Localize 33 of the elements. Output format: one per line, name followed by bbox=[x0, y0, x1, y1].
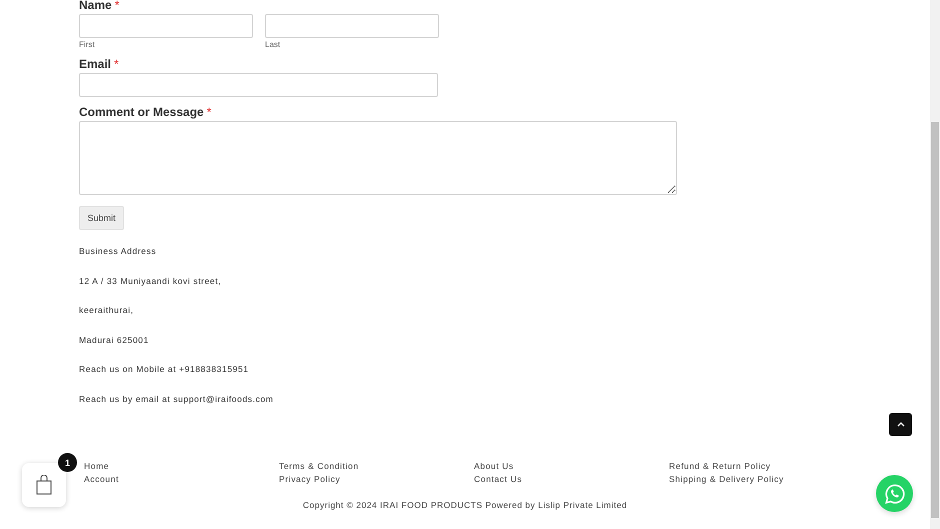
footer-link[interactable]: About Us bbox=[474, 460, 514, 471]
email-field[interactable] bbox=[79, 73, 438, 97]
chevron-up-icon bbox=[896, 422, 904, 427]
last-sublabel: Last bbox=[265, 40, 282, 49]
address-line: Reach us by email at support@iraifoods.com bbox=[79, 394, 274, 405]
scroll-to-top-button[interactable] bbox=[889, 413, 912, 436]
whatsapp-button[interactable] bbox=[876, 475, 913, 512]
scrollbar[interactable] bbox=[930, 0, 940, 529]
name-label: Name * bbox=[79, 0, 120, 12]
copyright-text: Copyright © 2024 IRAI FOOD PRODUCTS Powered by Lislip Private Limited bbox=[302, 500, 628, 510]
footer-link[interactable]: Contact Us bbox=[474, 474, 522, 484]
last-name-field[interactable] bbox=[265, 14, 439, 38]
footer-link[interactable]: Account bbox=[84, 474, 119, 484]
address-line: keeraithurai, bbox=[79, 306, 135, 316]
cart-button[interactable] bbox=[22, 463, 66, 507]
first-name-field[interactable] bbox=[79, 14, 253, 38]
address-line: 12 A / 33 Muniyaandi kovi street, bbox=[79, 276, 222, 286]
address-line: Business Address bbox=[79, 247, 158, 257]
cart-count-badge: 1 bbox=[58, 453, 77, 472]
chat-phone-icon bbox=[884, 482, 906, 504]
address-line: Madurai 625001 bbox=[79, 336, 150, 346]
footer-link[interactable]: Refund & Return Policy bbox=[669, 460, 771, 471]
footer-link[interactable]: Shipping & Delivery Policy bbox=[669, 474, 784, 484]
message-field[interactable] bbox=[79, 121, 677, 195]
shopping-bag-icon bbox=[36, 475, 52, 495]
address-line: Reach us on Mobile at +918838315951 bbox=[79, 365, 250, 375]
email-label: Email * bbox=[79, 57, 120, 71]
footer-link[interactable]: Terms & Condition bbox=[279, 460, 359, 471]
message-label: Comment or Message * bbox=[79, 105, 212, 119]
footer-link[interactable]: Home bbox=[84, 460, 110, 471]
footer-link[interactable]: Privacy Policy bbox=[279, 474, 340, 484]
first-sublabel: First bbox=[79, 40, 96, 49]
submit-button[interactable]: Submit bbox=[79, 206, 124, 230]
